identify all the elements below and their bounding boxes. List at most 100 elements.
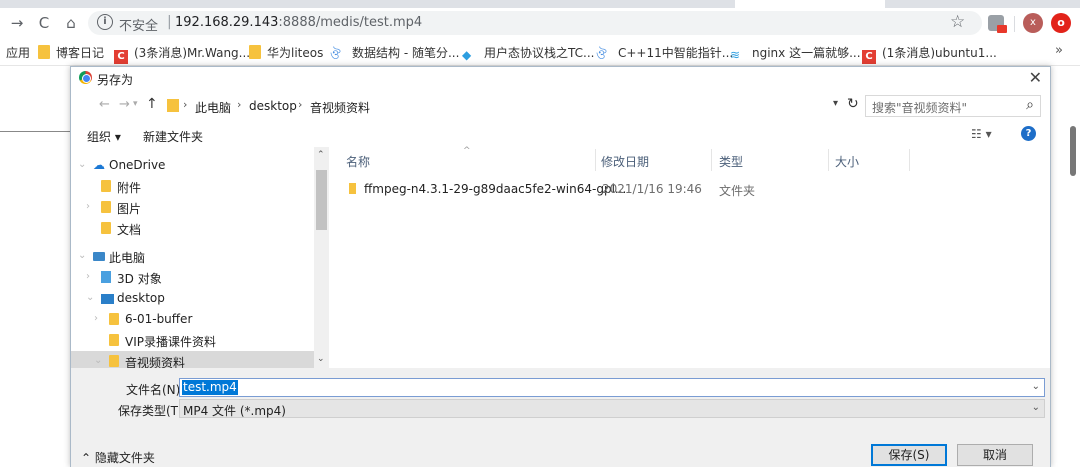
- profile-avatar[interactable]: x: [1023, 13, 1043, 33]
- chevron-right-icon[interactable]: ›: [94, 313, 98, 324]
- column-separator[interactable]: [909, 149, 910, 171]
- csdn-icon: C: [114, 50, 128, 64]
- chevron-down-icon[interactable]: ⌄: [1032, 381, 1040, 392]
- address-bar[interactable]: i 不安全 | 192.168.29.143:8888/medis/test.m…: [88, 11, 982, 35]
- chevron-down-icon[interactable]: ⌄: [86, 292, 94, 303]
- filetype-label: 保存类型(T):: [118, 404, 187, 418]
- red-extension-icon[interactable]: o: [1051, 13, 1071, 33]
- filetype-value: MP4 文件 (*.mp4): [183, 404, 286, 418]
- column-header-type[interactable]: 类型: [719, 153, 743, 170]
- chevron-down-icon[interactable]: ⌄: [78, 159, 86, 170]
- cnblogs-icon: ঔ: [596, 48, 607, 63]
- nav-scrollbar[interactable]: ⌃ ⌄: [314, 147, 329, 368]
- cube-icon: [101, 271, 111, 283]
- chevron-right-icon[interactable]: ›: [183, 98, 187, 111]
- folder-icon: [349, 183, 356, 194]
- folder-icon: [249, 45, 261, 59]
- back-arrow-icon[interactable]: ←: [99, 97, 110, 112]
- column-separator[interactable]: [711, 149, 712, 171]
- recent-dropdown-icon[interactable]: ▾: [133, 99, 138, 109]
- bookmark-item[interactable]: ঔ C++11中智能指针...: [596, 44, 733, 63]
- reload-icon[interactable]: C: [33, 12, 55, 34]
- info-icon[interactable]: i: [97, 14, 113, 30]
- bookmark-item[interactable]: C (3条消息)Mr.Wang...: [114, 44, 250, 64]
- file-row[interactable]: ffmpeg-n4.3.1-29-g89daac5fe2-win64-gpl..…: [333, 179, 783, 199]
- security-status[interactable]: 不安全: [119, 15, 158, 34]
- chevron-right-icon[interactable]: ›: [237, 98, 241, 111]
- column-header-name[interactable]: 名称: [346, 153, 370, 170]
- bookmarks-overflow-icon[interactable]: »: [1055, 43, 1063, 58]
- tree-item-onedrive[interactable]: ⌄ ☁ OneDrive: [71, 155, 314, 176]
- tree-item-3d-objects[interactable]: › 3D 对象: [71, 267, 314, 288]
- chevron-right-icon[interactable]: ›: [86, 271, 90, 282]
- organize-button[interactable]: 组织 ▾: [87, 128, 121, 145]
- url-text[interactable]: 192.168.29.143:8888/medis/test.mp4: [175, 15, 422, 30]
- scroll-up-icon[interactable]: ⌃: [317, 150, 325, 160]
- page-scrollbar[interactable]: [1070, 126, 1076, 176]
- chevron-down-icon[interactable]: ⌄: [78, 250, 86, 261]
- breadcrumb-item[interactable]: 音视频资料: [310, 99, 370, 116]
- scroll-thumb[interactable]: [316, 170, 327, 230]
- up-arrow-icon[interactable]: ↑: [146, 96, 158, 112]
- search-icon[interactable]: ⌕: [1026, 97, 1034, 113]
- bookmark-label: (3条消息)Mr.Wang...: [134, 46, 251, 60]
- bookmark-apps[interactable]: 应用: [6, 44, 30, 61]
- filename-field[interactable]: test.mp4 ⌄: [179, 378, 1045, 397]
- column-separator[interactable]: [828, 149, 829, 171]
- column-header-size[interactable]: 大小: [835, 153, 859, 170]
- bookmark-item[interactable]: C (1条消息)ubuntu1...: [862, 44, 997, 64]
- view-options-icon[interactable]: ☷ ▾: [971, 127, 992, 141]
- tree-item-6-01-buffer[interactable]: › 6-01-buffer: [71, 309, 314, 330]
- column-header-modified[interactable]: 修改日期: [601, 153, 649, 170]
- cancel-button[interactable]: 取消: [957, 444, 1033, 466]
- diamond-icon: ◆: [462, 48, 472, 62]
- column-separator[interactable]: [595, 149, 596, 171]
- home-icon[interactable]: ⌂: [60, 12, 82, 34]
- chevron-right-icon[interactable]: ›: [86, 201, 90, 212]
- save-button[interactable]: 保存(S): [871, 444, 947, 466]
- chevron-right-icon[interactable]: ›: [298, 98, 302, 111]
- close-icon[interactable]: ✕: [1029, 68, 1042, 87]
- sort-ascending-icon: ^: [463, 146, 471, 156]
- tree-item-this-pc[interactable]: ⌄ 此电脑: [71, 246, 314, 267]
- tree-item-desktop[interactable]: ⌄ desktop: [71, 288, 314, 309]
- bookmarks-bar: 应用 博客日记 C (3条消息)Mr.Wang... 华为liteos ঔ 数据结构…: [0, 38, 1080, 66]
- refresh-icon[interactable]: ↻: [847, 96, 859, 112]
- bookmark-star-icon[interactable]: ☆: [950, 12, 965, 32]
- breadcrumb-item[interactable]: 此电脑: [195, 99, 231, 116]
- new-folder-button[interactable]: 新建文件夹: [143, 128, 203, 145]
- search-input[interactable]: 搜索"音视频资料" ⌕: [865, 95, 1041, 117]
- bookmark-item[interactable]: ≋ nginx 这一篇就够...: [730, 44, 861, 62]
- help-icon[interactable]: ?: [1021, 126, 1036, 141]
- tree-item-pictures[interactable]: › 图片: [71, 197, 314, 218]
- url-path: :8888/medis/test.mp4: [278, 15, 423, 30]
- file-modified: 2021/1/16 19:46: [602, 182, 702, 196]
- bookmark-label: nginx 这一篇就够...: [752, 46, 861, 60]
- bookmark-item[interactable]: 博客日记: [38, 44, 104, 61]
- bookmark-item[interactable]: 华为liteos: [249, 44, 323, 61]
- tree-item-attachments[interactable]: 附件: [71, 176, 314, 197]
- bookmark-label: (1条消息)ubuntu1...: [882, 46, 997, 60]
- chevron-down-icon[interactable]: ⌄: [1032, 402, 1040, 413]
- breadcrumb-item[interactable]: desktop: [249, 99, 297, 113]
- chevron-down-icon[interactable]: ⌄: [94, 355, 102, 366]
- chevron-down-icon[interactable]: ▾: [833, 98, 838, 109]
- tree-item-label: 3D 对象: [117, 272, 162, 286]
- breadcrumb[interactable]: › 此电脑 › desktop › 音视频资料: [163, 95, 838, 117]
- forward-arrow-icon[interactable]: →: [119, 97, 130, 112]
- tree-item-documents[interactable]: 文档: [71, 218, 314, 239]
- scroll-down-icon[interactable]: ⌄: [317, 354, 325, 364]
- forward-icon[interactable]: →: [6, 12, 28, 34]
- active-tab[interactable]: [735, 0, 885, 8]
- filetype-select[interactable]: MP4 文件 (*.mp4) ⌄: [179, 399, 1045, 418]
- filename-value[interactable]: test.mp4: [182, 380, 238, 395]
- folder-icon: [109, 334, 119, 346]
- folder-icon: [101, 180, 111, 192]
- hide-folders-toggle[interactable]: ⌃ 隐藏文件夹: [81, 449, 155, 466]
- folder-icon: [101, 201, 111, 213]
- bookmark-item[interactable]: ঔ 数据结构 - 随笔分...: [330, 44, 459, 63]
- bookmark-item[interactable]: ◆ 用户态协议栈之TC...: [462, 44, 594, 62]
- tree-item-vip-course[interactable]: VIP录播课件资料: [71, 330, 314, 351]
- tree-item-av-materials[interactable]: ⌄ 音视频资料: [71, 351, 314, 370]
- dialog-title-bar[interactable]: 另存为 ✕: [71, 67, 1050, 89]
